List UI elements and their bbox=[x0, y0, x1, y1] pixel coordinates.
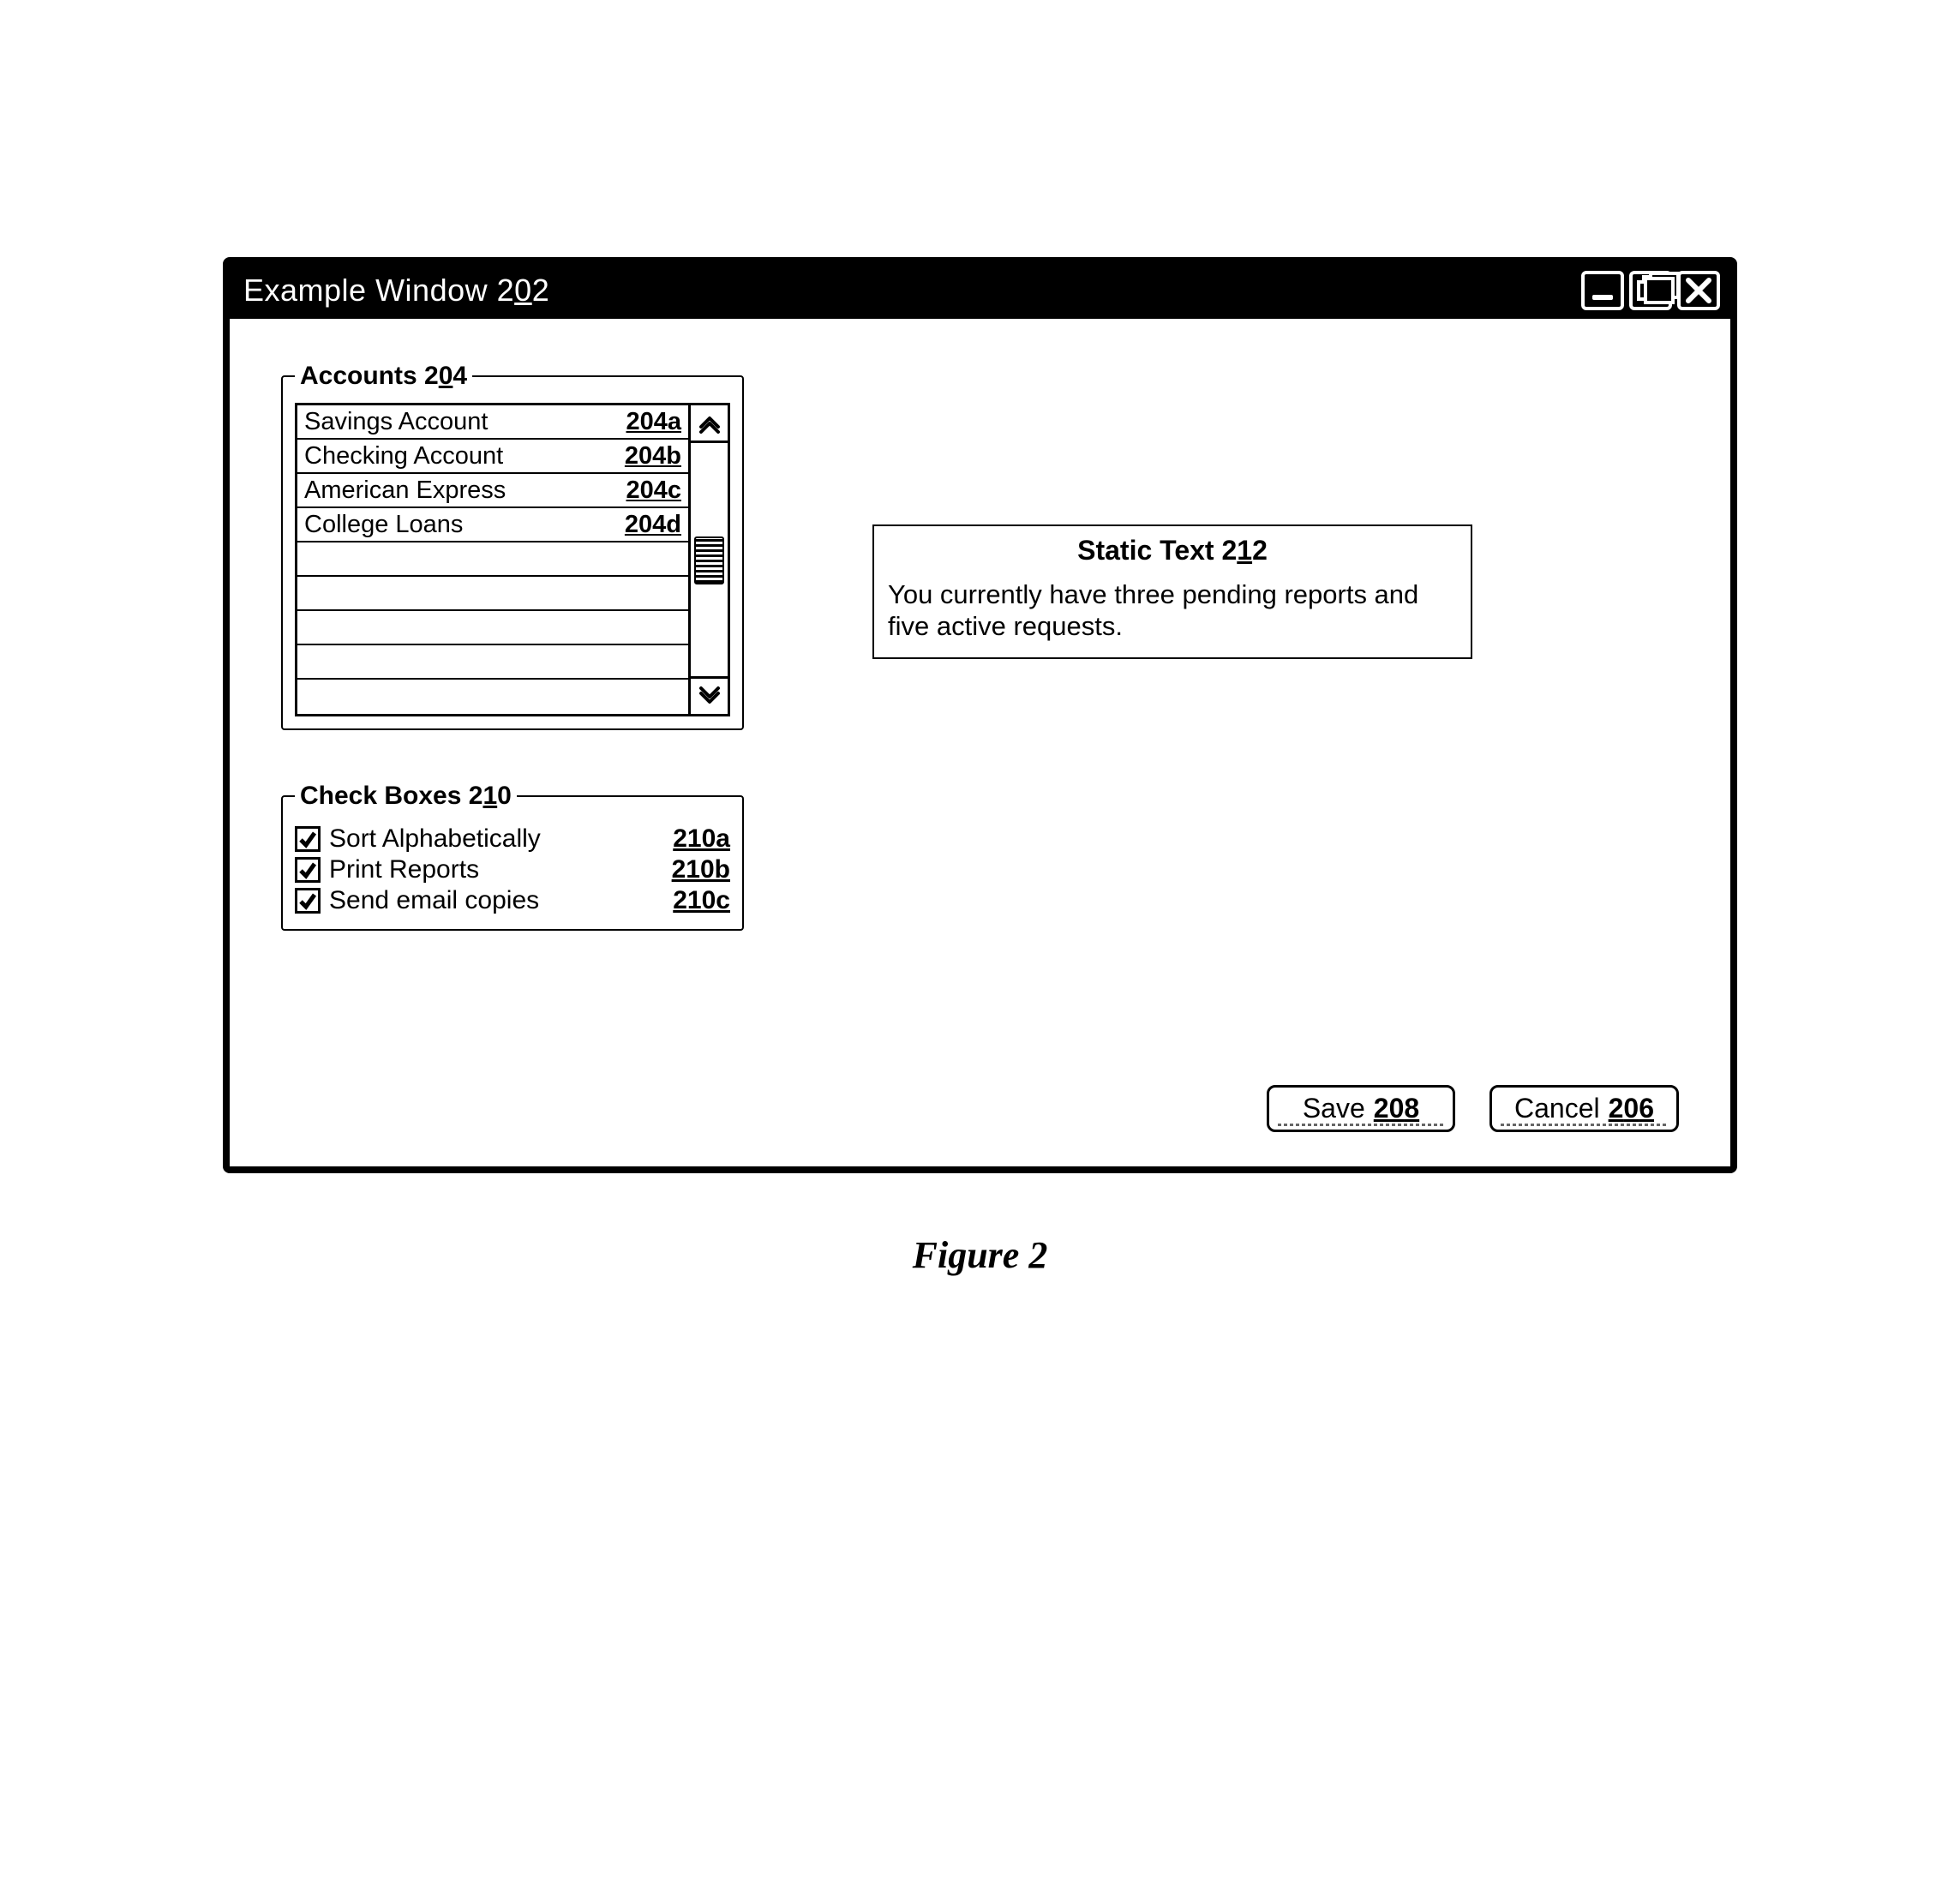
static-text-title: Static Text 212 bbox=[888, 535, 1457, 566]
save-button-label: Save bbox=[1303, 1093, 1365, 1124]
maximize-button[interactable] bbox=[1629, 271, 1672, 310]
accounts-listbox[interactable]: Savings Account 204a Checking Account 204b A… bbox=[295, 403, 691, 716]
scroll-up-button[interactable] bbox=[691, 405, 728, 443]
checkbox-row: Sort Alphabetically 210a bbox=[295, 824, 730, 854]
list-item-empty bbox=[297, 680, 688, 714]
checkboxes-legend: Check Boxes 210 bbox=[295, 782, 517, 811]
checkbox[interactable] bbox=[295, 857, 321, 883]
checkbox-label: Sort Alphabetically bbox=[329, 824, 664, 854]
list-item-ref: 204c bbox=[626, 476, 681, 505]
list-item[interactable]: Savings Account 204a bbox=[297, 405, 688, 440]
minimize-button[interactable] bbox=[1581, 271, 1624, 310]
list-item-empty bbox=[297, 577, 688, 611]
accounts-legend: Accounts 204 bbox=[295, 362, 472, 391]
scrollbar-track[interactable] bbox=[691, 443, 728, 676]
checkbox-label: Print Reports bbox=[329, 855, 663, 884]
list-item[interactable]: College Loans 204d bbox=[297, 508, 688, 542]
static-text-body: You currently have three pending reports… bbox=[888, 578, 1457, 642]
window-controls bbox=[1581, 271, 1720, 310]
list-item-label: College Loans bbox=[304, 511, 611, 539]
checkbox-ref: 210a bbox=[673, 824, 730, 854]
list-item[interactable]: Checking Account 204b bbox=[297, 440, 688, 474]
checkboxes-group: Check Boxes 210 Sort Alphabetically210aP… bbox=[281, 782, 744, 931]
cancel-button-label: Cancel bbox=[1514, 1093, 1600, 1124]
example-window: Example Window 202 bbox=[223, 257, 1737, 1173]
list-item-label: American Express bbox=[304, 476, 612, 505]
static-text-box: Static Text 212 You currently have three… bbox=[872, 524, 1472, 659]
list-item-empty bbox=[297, 645, 688, 680]
checkbox[interactable] bbox=[295, 888, 321, 914]
window-title-text: Example Window bbox=[243, 273, 488, 308]
list-item-label: Checking Account bbox=[304, 442, 611, 471]
list-item-empty bbox=[297, 611, 688, 645]
scrollbar-thumb[interactable] bbox=[694, 536, 724, 584]
close-button[interactable] bbox=[1677, 271, 1720, 310]
checkbox-ref: 210c bbox=[673, 886, 730, 915]
figure-caption: Figure 2 bbox=[223, 1233, 1737, 1277]
checkbox-row: Send email copies 210c bbox=[295, 886, 730, 915]
save-button[interactable]: Save 208 bbox=[1267, 1085, 1455, 1132]
list-item[interactable]: American Express 204c bbox=[297, 474, 688, 508]
scroll-down-button[interactable] bbox=[691, 676, 728, 714]
list-item-ref: 204b bbox=[625, 442, 681, 471]
checkbox-label: Send email copies bbox=[329, 886, 664, 915]
list-item-ref: 204d bbox=[625, 511, 681, 539]
titlebar: Example Window 202 bbox=[230, 264, 1730, 319]
cancel-button[interactable]: Cancel 206 bbox=[1489, 1085, 1679, 1132]
checkbox-row: Print Reports 210b bbox=[295, 855, 730, 884]
checkbox-ref: 210b bbox=[672, 855, 730, 884]
list-item-ref: 204a bbox=[626, 408, 681, 436]
window-title: Example Window 202 bbox=[243, 273, 549, 309]
checkbox[interactable] bbox=[295, 826, 321, 852]
list-item-empty bbox=[297, 542, 688, 577]
accounts-group: Accounts 204 Savings Account 204a Checking… bbox=[281, 362, 744, 730]
accounts-scrollbar bbox=[691, 403, 730, 716]
dialog-buttons: Save 208 Cancel 206 bbox=[281, 1085, 1679, 1132]
list-item-label: Savings Account bbox=[304, 408, 612, 436]
